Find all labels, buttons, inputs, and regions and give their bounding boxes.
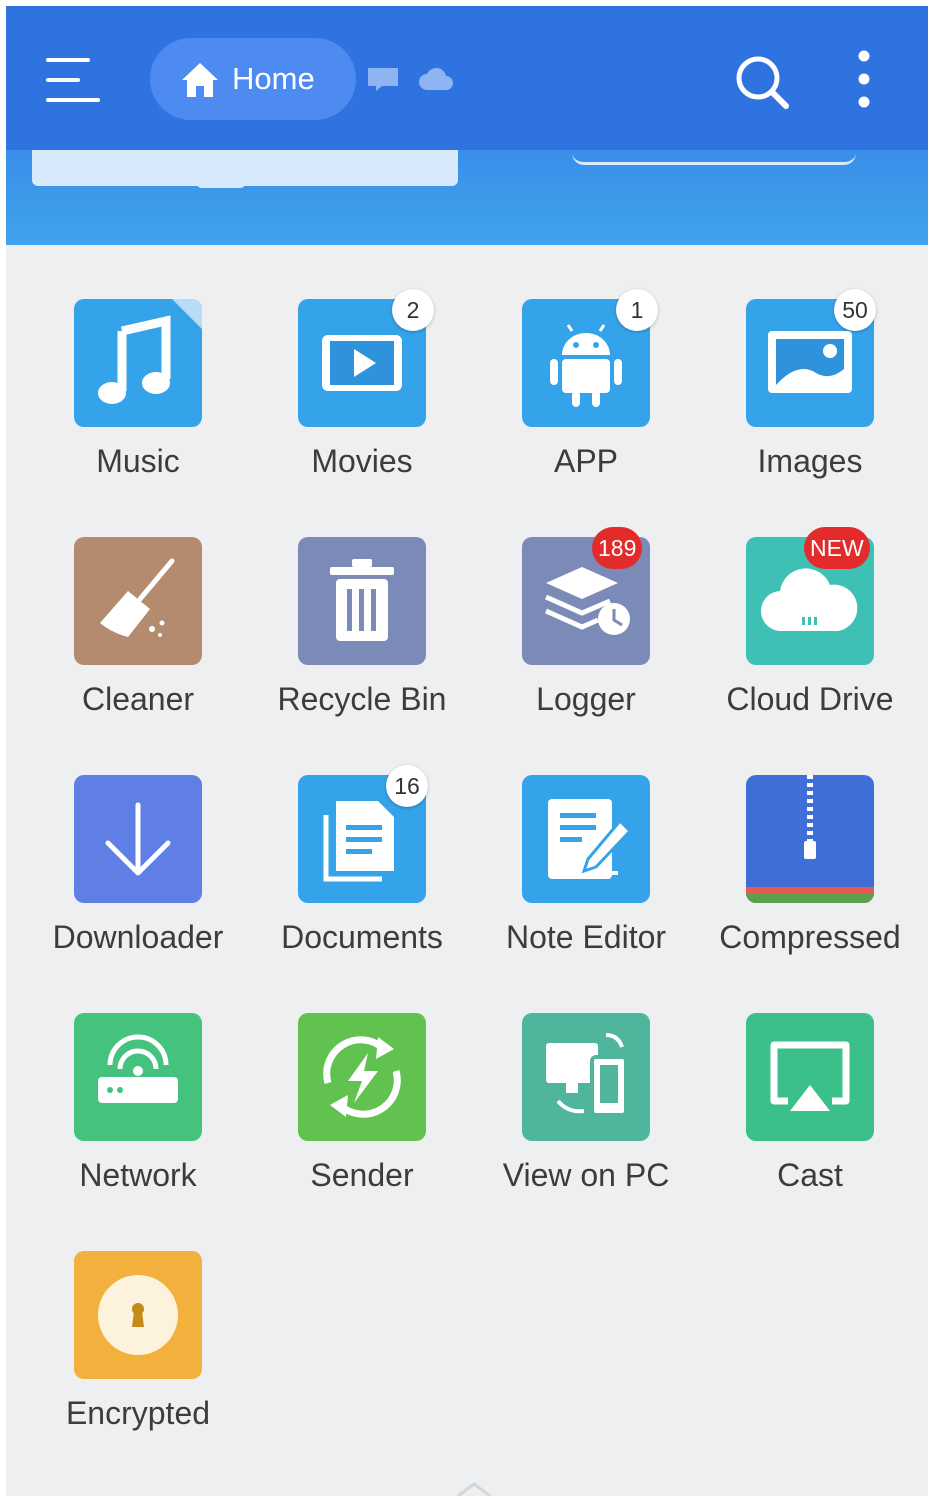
count-badge: 16 xyxy=(386,765,428,807)
category-recycle-bin[interactable]: Recycle Bin xyxy=(250,483,474,717)
category-app[interactable]: 1 APP xyxy=(474,245,698,479)
category-label: Encrypted xyxy=(65,1395,211,1431)
music-tile xyxy=(74,299,202,427)
cast-tile xyxy=(746,1013,874,1141)
count-badge: 1 xyxy=(616,289,658,331)
cloud-breadcrumb-icon[interactable] xyxy=(418,66,454,92)
category-grid: Music 2 Movies 1 APP 50 Images Cleaner R… xyxy=(6,245,928,1496)
note-edit-icon xyxy=(548,799,633,879)
count-badge: 2 xyxy=(392,289,434,331)
home-breadcrumb-chip[interactable]: Home xyxy=(150,38,356,120)
sender-tile xyxy=(298,1013,426,1141)
storage-progress-outline xyxy=(572,150,856,165)
download-arrow-icon xyxy=(105,802,171,876)
category-encrypted[interactable]: Encrypted xyxy=(26,1197,250,1431)
category-network[interactable]: Network xyxy=(26,959,250,1193)
hamburger-menu-icon[interactable] xyxy=(46,52,102,104)
category-logger[interactable]: 189 Logger xyxy=(474,483,698,717)
category-music[interactable]: Music xyxy=(26,245,250,479)
category-compressed[interactable]: Compressed xyxy=(698,721,922,955)
file-manager-screen: Home Music 2 Movies 1 APP 50 Images Clea… xyxy=(6,6,928,1496)
category-images[interactable]: 50 Images xyxy=(698,245,922,479)
home-label: Home xyxy=(232,61,315,96)
lock-keyhole-icon xyxy=(98,1275,178,1355)
category-note-editor[interactable]: Note Editor xyxy=(474,721,698,955)
category-cast[interactable]: Cast xyxy=(698,959,922,1193)
cleaner-tile xyxy=(74,537,202,665)
view-on-pc-tile xyxy=(522,1013,650,1141)
category-label: Cloud Drive xyxy=(726,681,894,717)
recycle-bin-tile xyxy=(298,537,426,665)
router-icon xyxy=(98,1034,178,1103)
trash-icon xyxy=(330,559,394,641)
expand-up-icon[interactable] xyxy=(454,1482,494,1496)
storage-card-tab xyxy=(196,180,246,188)
cast-screen-icon xyxy=(770,1041,850,1111)
zipper-icon xyxy=(746,775,874,903)
search-icon[interactable] xyxy=(732,52,792,112)
category-label: Compressed xyxy=(719,919,901,955)
pc-phone-icon xyxy=(546,1033,628,1117)
category-cloud-drive[interactable]: NEW Cloud Drive xyxy=(698,483,922,717)
count-badge: 189 xyxy=(592,527,643,569)
home-icon xyxy=(182,63,218,97)
compressed-tile xyxy=(746,775,874,903)
category-label: Cast xyxy=(777,1157,843,1193)
category-documents[interactable]: 16 Documents xyxy=(250,721,474,955)
new-badge: NEW xyxy=(804,527,870,569)
encrypted-tile xyxy=(74,1251,202,1379)
category-downloader[interactable]: Downloader xyxy=(26,721,250,955)
category-sender[interactable]: Sender xyxy=(250,959,474,1193)
note-editor-tile xyxy=(522,775,650,903)
category-label: Images xyxy=(757,443,863,479)
music-note-icon xyxy=(98,299,202,404)
category-cleaner[interactable]: Cleaner xyxy=(26,483,250,717)
sync-bolt-icon xyxy=(323,1036,401,1118)
device-storage-icon[interactable] xyxy=(366,66,400,92)
count-badge: 50 xyxy=(834,289,876,331)
more-options-icon[interactable] xyxy=(844,48,884,112)
top-app-bar: Home xyxy=(6,6,928,150)
network-tile xyxy=(74,1013,202,1141)
downloader-tile xyxy=(74,775,202,903)
broom-icon xyxy=(100,558,175,637)
category-movies[interactable]: 2 Movies xyxy=(250,245,474,479)
storage-banner xyxy=(6,150,928,245)
category-view-on-pc[interactable]: View on PC xyxy=(474,959,698,1193)
